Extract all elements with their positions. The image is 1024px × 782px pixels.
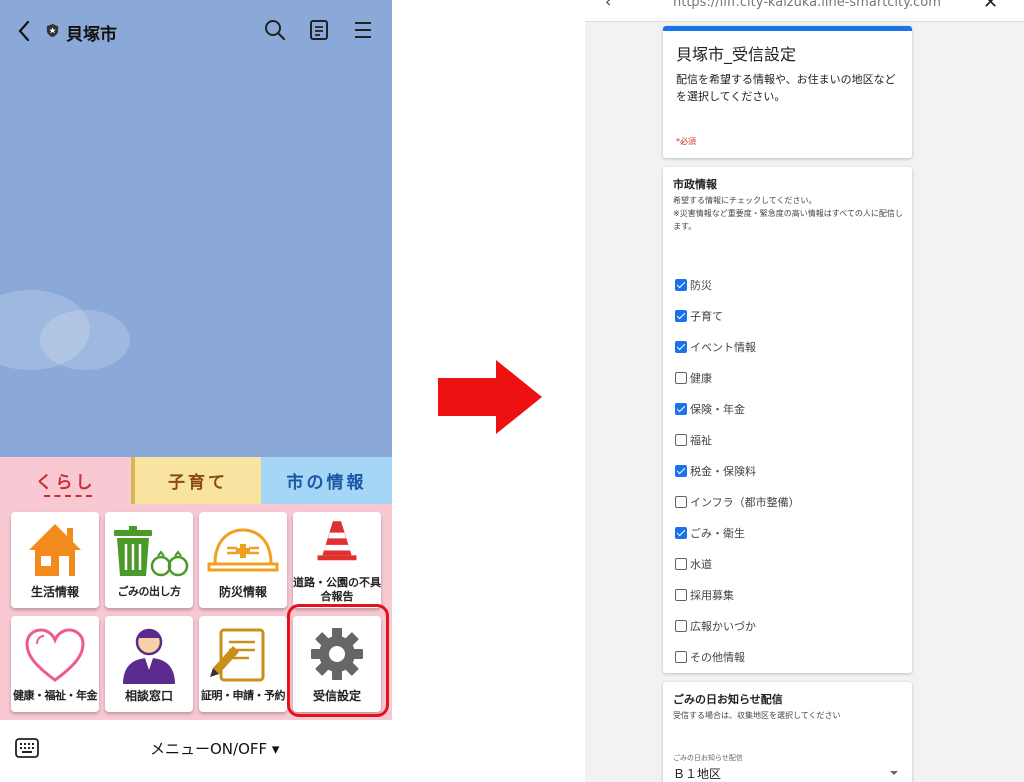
notes-icon[interactable] xyxy=(307,18,331,42)
helmet-icon xyxy=(207,528,279,572)
bottom-bar: メニューON/OFF ▾ xyxy=(0,720,392,782)
garbage-can-icon xyxy=(114,526,189,577)
checkbox-option[interactable]: 防災 xyxy=(675,277,712,293)
menu-item-consultation[interactable]: 相談窓口 xyxy=(105,616,193,712)
menu-item-living-info[interactable]: 生活情報 xyxy=(11,512,99,608)
checkbox-label: ごみ・衛生 xyxy=(690,527,745,540)
tab-city-info[interactable]: 市の情報 xyxy=(261,457,392,504)
checkbox-unchecked[interactable] xyxy=(675,496,687,508)
checkbox-label: 子育て xyxy=(690,310,723,323)
checkbox-unchecked[interactable] xyxy=(675,651,687,663)
checkbox-checked[interactable] xyxy=(675,279,687,291)
checkbox-checked[interactable] xyxy=(675,527,687,539)
back-chevron-icon[interactable]: ‹ xyxy=(605,0,611,11)
checkbox-label: その他情報 xyxy=(690,651,745,664)
keyboard-icon[interactable] xyxy=(15,738,39,758)
checkbox-option[interactable]: 税金・保険料 xyxy=(675,463,756,479)
district-select[interactable]: Ｂ１地区 xyxy=(673,765,721,782)
checkbox-option[interactable]: 採用募集 xyxy=(675,587,734,603)
official-badge-icon xyxy=(46,23,59,38)
chevron-down-icon[interactable] xyxy=(890,771,898,775)
question-title: 市政情報 xyxy=(673,178,717,191)
checkbox-option[interactable]: 水道 xyxy=(675,556,712,572)
checkbox-checked[interactable] xyxy=(675,310,687,322)
form-title: 貝塚市_受信設定 xyxy=(676,45,797,64)
checkbox-option[interactable]: 保険・年金 xyxy=(675,401,745,417)
checkbox-checked[interactable] xyxy=(675,341,687,353)
checkbox-label: 税金・保険料 xyxy=(690,465,756,478)
hamburger-menu-icon[interactable] xyxy=(351,18,375,42)
checkbox-label: 採用募集 xyxy=(690,589,734,602)
checkbox-option[interactable]: その他情報 xyxy=(675,649,745,665)
heart-icon xyxy=(25,628,85,682)
search-icon[interactable] xyxy=(263,18,287,42)
form-header-card: 貝塚市_受信設定 配信を希望する情報や、お住まいの地区などを選択してください。 … xyxy=(663,26,912,158)
checkbox-option[interactable]: 子育て xyxy=(675,308,723,324)
form-description: 配信を希望する情報や、お住まいの地区などを選択してください。 xyxy=(676,73,896,103)
question-title: ごみの日お知らせ配信 xyxy=(673,693,783,706)
checkbox-label: 福祉 xyxy=(690,434,712,447)
checkbox-unchecked[interactable] xyxy=(675,434,687,446)
document-pen-icon xyxy=(210,628,265,682)
tab-kosodate[interactable]: 子育て xyxy=(131,457,261,504)
question-card-city-info: 市政情報 希望する情報にチェックしてください。 ※災害情報など重要度・緊急度の高… xyxy=(663,167,912,673)
question-card-garbage-day: ごみの日お知らせ配信 受信する場合は、収集地区を選択してください ごみの日お知ら… xyxy=(663,682,912,782)
menu-item-health[interactable]: 健康・福祉・年金 xyxy=(11,616,99,712)
line-chat-screen: 貝塚市 くらし 子育て 市の情報 生活情報 ごみの出し方 防災情報 道路・公園の… xyxy=(0,0,392,782)
question-description: 受信する場合は、収集地区を選択してください xyxy=(673,711,841,720)
checkbox-option[interactable]: ごみ・衛生 xyxy=(675,525,745,541)
menu-item-disaster[interactable]: 防災情報 xyxy=(199,512,287,608)
checkbox-label: 広報かいづか xyxy=(690,620,756,633)
checkbox-label: 水道 xyxy=(690,558,712,571)
url-bar: ‹ https://liff.city-kaizuka.line-smartci… xyxy=(585,0,1024,22)
traffic-cone-icon xyxy=(317,521,357,561)
checkbox-label: 防災 xyxy=(690,279,712,292)
checkbox-option[interactable]: イベント情報 xyxy=(675,339,756,355)
checkbox-option[interactable]: 広報かいづか xyxy=(675,618,756,634)
checkbox-checked[interactable] xyxy=(675,465,687,477)
highlight-box xyxy=(287,604,389,717)
tab-kurashi[interactable]: くらし xyxy=(0,457,131,504)
url-text: https://liff.city-kaizuka.line-smartcity… xyxy=(673,0,941,10)
checkbox-unchecked[interactable] xyxy=(675,589,687,601)
back-arrow-icon[interactable] xyxy=(14,18,36,44)
menu-item-road-report[interactable]: 道路・公園の不具合報告 xyxy=(293,512,381,608)
screenshot-root: 貝塚市 くらし 子育て 市の情報 生活情報 ごみの出し方 防災情報 道路・公園の… xyxy=(0,0,1024,782)
person-icon xyxy=(123,628,175,684)
chat-header: 貝塚市 xyxy=(0,8,392,54)
checkbox-unchecked[interactable] xyxy=(675,558,687,570)
menu-item-certificates[interactable]: 証明・申請・予約 xyxy=(199,616,287,712)
checkbox-option[interactable]: 健康 xyxy=(675,370,712,386)
menu-item-garbage[interactable]: ごみの出し方 xyxy=(105,512,193,608)
house-icon xyxy=(29,524,81,576)
menu-toggle-button[interactable]: メニューON/OFF ▾ xyxy=(150,738,279,759)
checkbox-option[interactable]: 福祉 xyxy=(675,432,712,448)
select-caption: ごみの日お知らせ配信 xyxy=(673,754,743,762)
checkbox-label: 保険・年金 xyxy=(690,403,745,416)
close-icon[interactable]: ✕ xyxy=(983,0,998,13)
question-description: 希望する情報にチェックしてください。 ※災害情報など重要度・緊急度の高い情報はす… xyxy=(673,196,903,231)
liff-form-screen: ‹ https://liff.city-kaizuka.line-smartci… xyxy=(585,0,1024,782)
chat-background xyxy=(0,0,392,457)
checkbox-unchecked[interactable] xyxy=(675,372,687,384)
checkbox-unchecked[interactable] xyxy=(675,620,687,632)
checkbox-label: 健康 xyxy=(690,372,712,385)
checkbox-label: インフラ（都市整備） xyxy=(690,496,800,509)
arrow-icon xyxy=(438,360,542,434)
chat-title: 貝塚市 xyxy=(66,25,117,45)
checkbox-checked[interactable] xyxy=(675,403,687,415)
checkbox-label: イベント情報 xyxy=(690,341,756,354)
checkbox-option[interactable]: インフラ（都市整備） xyxy=(675,494,800,510)
required-note: *必須 xyxy=(676,137,696,146)
